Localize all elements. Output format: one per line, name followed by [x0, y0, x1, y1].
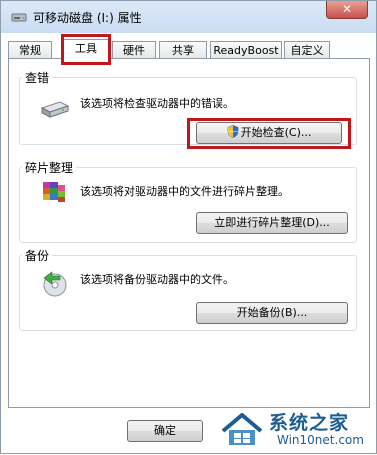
backup-group: 备份 该选项将备份驱动器中的文件。 开始备份(B)...	[19, 247, 357, 331]
properties-window: 可移动磁盘 (I:) 属性 ✕ 常规 工具 硬件 共享 ReadyBoost 自…	[0, 0, 377, 454]
ok-button[interactable]: 确定	[127, 420, 203, 442]
error-checking-description: 该选项将检查驱动器中的错误。	[80, 97, 234, 110]
site-watermark: 系统之家 Win10net.com	[219, 403, 377, 455]
watermark-brand: 系统之家	[269, 412, 350, 434]
backup-description: 该选项将备份驱动器中的文件。	[80, 273, 234, 286]
tab-readyboost[interactable]: ReadyBoost	[210, 41, 282, 59]
button-highlight-box	[187, 118, 351, 149]
defragment-now-button[interactable]: 立即进行碎片整理(D)...	[196, 212, 348, 234]
backup-icon	[43, 271, 67, 297]
site-logo	[221, 413, 263, 445]
tab-highlight-box	[61, 34, 111, 65]
error-checking-group: 查错 该选项将检查驱动器中的错误。 开始检查(C)...	[19, 69, 357, 149]
defragmentation-description: 该选项将对驱动器中的文件进行碎片整理。	[80, 185, 289, 198]
removable-drive-icon	[11, 13, 27, 22]
start-backup-button[interactable]: 开始备份(B)...	[196, 302, 348, 324]
tab-customize[interactable]: 自定义	[284, 41, 330, 59]
tab-general[interactable]: 常规	[8, 41, 52, 59]
drive-check-icon	[40, 101, 70, 118]
defragmentation-group: 碎片整理 该选项将对驱动器中的文件进行碎片整理。 立即进行碎片整理(D)...	[19, 159, 357, 243]
tab-sharing[interactable]: 共享	[159, 41, 207, 59]
backup-label: 备份	[22, 247, 53, 264]
close-button[interactable]: ✕	[326, 1, 368, 19]
window-title: 可移动磁盘 (I:) 属性	[33, 11, 142, 25]
tools-tab-panel: 查错 该选项将检查驱动器中的错误。 开始检查(C)... 碎片整理 该选项将对驱…	[8, 58, 370, 408]
watermark-url: Win10net.com	[277, 433, 364, 447]
tab-hardware[interactable]: 硬件	[112, 41, 156, 59]
error-checking-label: 查错	[22, 69, 53, 86]
title-bar[interactable]: 可移动磁盘 (I:) 属性 ✕	[1, 1, 376, 33]
defrag-icon	[43, 182, 65, 202]
